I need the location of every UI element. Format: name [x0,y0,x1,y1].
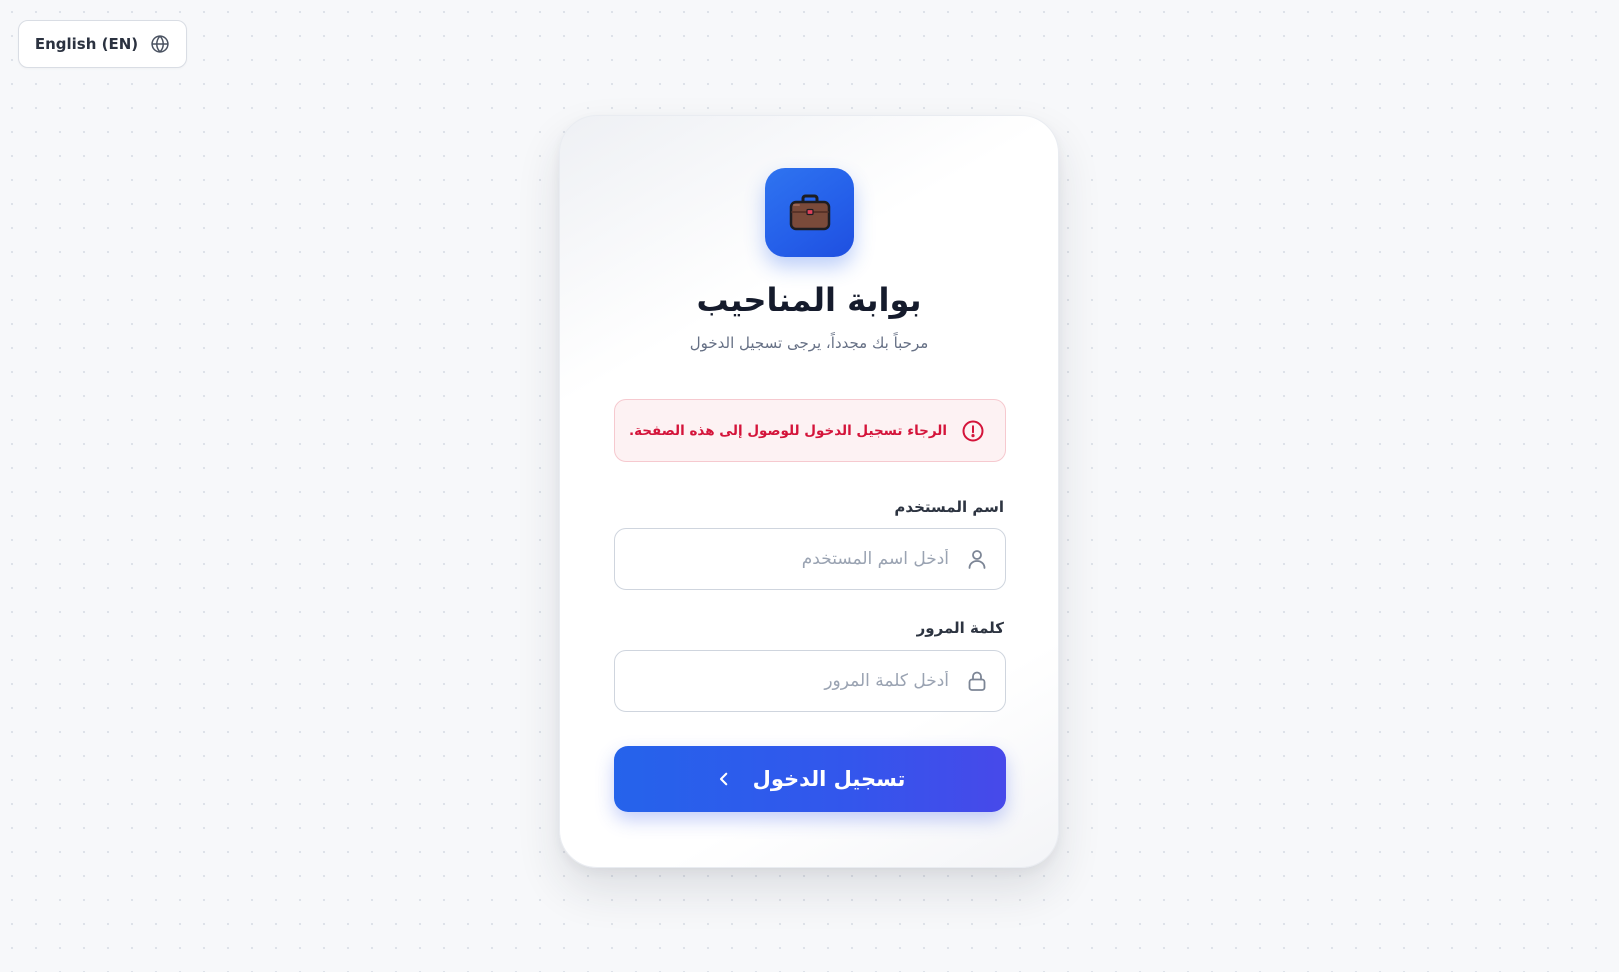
lock-icon [965,669,989,693]
app-logo [765,168,854,257]
password-field[interactable] [614,650,1006,712]
password-label: كلمة المرور [916,619,1004,637]
login-card: بوابة المناحيب مرحباً بك مجدداً، يرجى تس… [559,115,1059,868]
language-switcher-button[interactable]: English (EN) [18,20,187,68]
username-label: اسم المستخدم [894,498,1004,516]
globe-icon [150,34,170,54]
alert-circle-icon [961,419,985,443]
briefcase-icon [787,193,833,233]
login-required-alert: الرجاء تسجيل الدخول للوصول إلى هذه الصفح… [614,399,1006,462]
alert-message: الرجاء تسجيل الدخول للوصول إلى هذه الصفح… [628,422,947,439]
welcome-subtitle: مرحباً بك مجدداً، يرجى تسجيل الدخول [689,334,929,352]
username-field[interactable] [614,528,1006,590]
username-input[interactable] [631,529,949,589]
language-label: English (EN) [34,35,139,53]
portal-title: بوابة المناحيب [696,281,922,319]
login-button-label: تسجيل الدخول [752,767,906,791]
user-icon [965,547,989,571]
login-button[interactable]: تسجيل الدخول [614,746,1006,812]
password-input[interactable] [631,651,949,711]
chevron-left-icon [715,770,733,788]
